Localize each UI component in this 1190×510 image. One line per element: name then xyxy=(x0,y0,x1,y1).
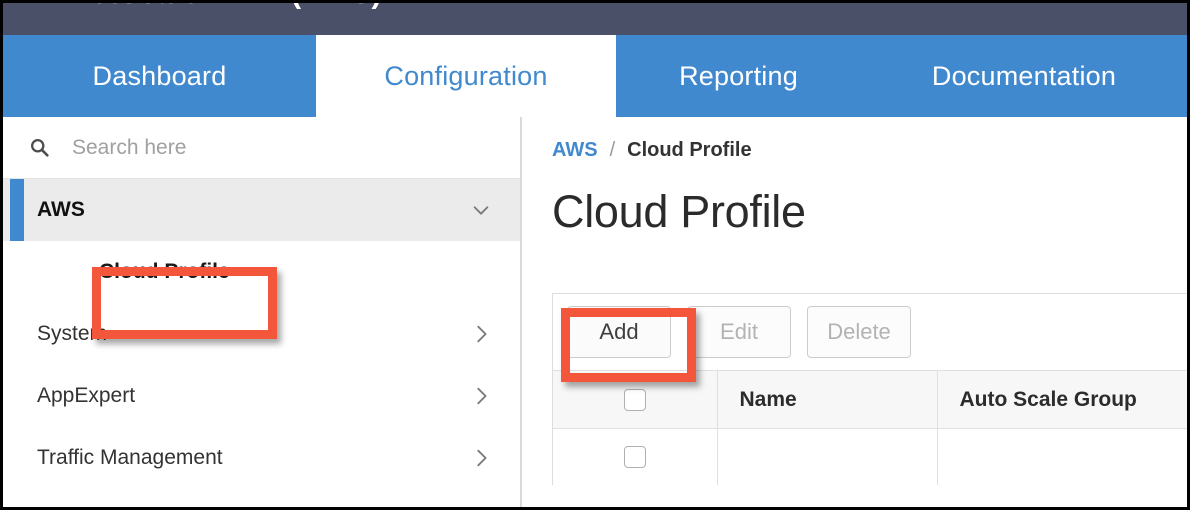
tab-dashboard-label: Dashboard xyxy=(92,60,227,91)
table-toolbar: Add Edit Delete xyxy=(553,294,1187,370)
column-header-name[interactable]: Name xyxy=(717,370,938,429)
breadcrumb-root[interactable]: AWS xyxy=(552,139,598,162)
row-cell-name xyxy=(717,428,938,485)
select-all-checkbox[interactable] xyxy=(623,388,646,411)
sidebar-item-aws[interactable]: AWS xyxy=(3,179,520,241)
column-header-auto-scale-group[interactable]: Auto Scale Group xyxy=(937,370,1187,429)
workspace: AWS Cloud Profile System AppExpert xyxy=(3,117,1187,507)
edit-button[interactable]: Edit xyxy=(687,306,791,358)
table-header-row: Name Auto Scale Group xyxy=(553,370,1187,429)
sidebar-item-cloud-profile[interactable]: Cloud Profile xyxy=(3,241,520,303)
add-button[interactable]: Add xyxy=(567,306,671,358)
main-nav-tabs: Dashboard Configuration Reporting Docume… xyxy=(3,35,1187,117)
chevron-right-icon xyxy=(477,449,487,467)
sidebar-item-aws-label: AWS xyxy=(37,198,85,221)
sidebar-search-row[interactable] xyxy=(3,117,520,179)
search-input[interactable] xyxy=(72,135,452,160)
sidebar-item-appexpert[interactable]: AppExpert xyxy=(3,365,520,427)
delete-button[interactable]: Delete xyxy=(807,306,911,358)
chevron-right-icon xyxy=(477,387,487,405)
sidebar-item-appexpert-label: AppExpert xyxy=(37,384,136,407)
sidebar-item-system[interactable]: System xyxy=(3,303,520,365)
table-row[interactable] xyxy=(553,428,1187,485)
sidebar-item-traffic-management-label: Traffic Management xyxy=(37,446,223,469)
breadcrumb: AWS / Cloud Profile xyxy=(552,117,1187,162)
select-all-header xyxy=(553,370,718,429)
app-titlebar: NetScaler VPX (AWS) xyxy=(3,3,1187,35)
tab-documentation-label: Documentation xyxy=(931,60,1117,91)
tab-configuration[interactable]: Configuration xyxy=(316,35,616,117)
app-window: NetScaler VPX (AWS) Dashboard Configurat… xyxy=(0,0,1190,510)
sidebar-item-traffic-management[interactable]: Traffic Management xyxy=(3,427,520,489)
row-checkbox[interactable] xyxy=(623,445,646,468)
search-icon xyxy=(31,139,49,157)
cloud-profile-table: Name Auto Scale Group xyxy=(553,370,1187,485)
row-select-cell xyxy=(553,428,718,485)
sidebar: AWS Cloud Profile System AppExpert xyxy=(3,117,522,507)
app-title-cutoff: NetScaler VPX (AWS) xyxy=(69,3,382,11)
page-title: Cloud Profile xyxy=(552,186,806,237)
tab-configuration-label: Configuration xyxy=(384,60,548,91)
chevron-down-icon xyxy=(473,206,489,215)
row-cell-auto-scale-group xyxy=(937,428,1187,485)
tab-documentation[interactable]: Documentation xyxy=(861,35,1187,117)
chevron-right-icon xyxy=(477,325,487,343)
tab-reporting[interactable]: Reporting xyxy=(616,35,861,117)
sidebar-item-system-label: System xyxy=(37,322,108,345)
sidebar-item-cloud-profile-label: Cloud Profile xyxy=(99,260,230,283)
cloud-profile-panel: Add Edit Delete Name Auto Scale Group xyxy=(552,293,1187,485)
main-content: AWS / Cloud Profile Cloud Profile Add Ed… xyxy=(524,117,1187,507)
tab-reporting-label: Reporting xyxy=(679,60,798,91)
breadcrumb-separator: / xyxy=(609,139,616,161)
tab-dashboard[interactable]: Dashboard xyxy=(3,35,316,117)
breadcrumb-current: Cloud Profile xyxy=(627,139,752,161)
